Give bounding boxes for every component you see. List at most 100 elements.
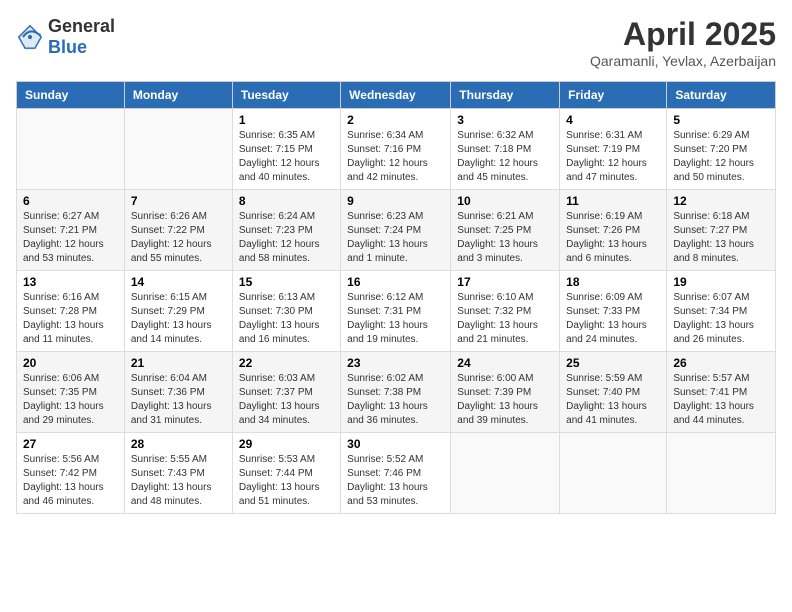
day-number: 24: [457, 356, 553, 370]
day-info: Sunrise: 6:00 AMSunset: 7:39 PMDaylight:…: [457, 372, 553, 428]
calendar-week-row: 1 Sunrise: 6:35 AMSunset: 7:15 PMDaylight…: [17, 109, 776, 190]
weekday-header: Saturday: [667, 82, 776, 109]
calendar-cell: 17 Sunrise: 6:10 AMSunset: 7:32 PMDayligh…: [451, 271, 560, 352]
day-info: Sunrise: 6:34 AMSunset: 7:16 PMDaylight:…: [347, 129, 444, 185]
day-info: Sunrise: 6:26 AMSunset: 7:22 PMDaylight:…: [131, 210, 226, 266]
day-number: 21: [131, 356, 226, 370]
month-title: April 2025: [590, 16, 776, 53]
weekday-header: Monday: [124, 82, 232, 109]
weekday-header: Sunday: [17, 82, 125, 109]
calendar-cell: 15 Sunrise: 6:13 AMSunset: 7:30 PMDayligh…: [232, 271, 340, 352]
day-info: Sunrise: 5:56 AMSunset: 7:42 PMDaylight:…: [23, 453, 118, 509]
calendar-cell: 18Sunrise: 6:09 AMSunset: 7:33 PMDayligh…: [560, 271, 667, 352]
page-header: General Blue April 2025 Qaramanli, Yevla…: [16, 16, 776, 69]
day-number: 17: [457, 275, 553, 289]
weekday-header: Wednesday: [341, 82, 451, 109]
day-number: 16: [347, 275, 444, 289]
day-info: Sunrise: 6:07 AMSunset: 7:34 PMDaylight:…: [673, 291, 769, 347]
day-info: Sunrise: 5:57 AMSunset: 7:41 PMDaylight:…: [673, 372, 769, 428]
day-number: 11: [566, 194, 660, 208]
day-info: Sunrise: 5:55 AMSunset: 7:43 PMDaylight:…: [131, 453, 226, 509]
calendar-cell: [451, 433, 560, 514]
calendar-cell: 26 Sunrise: 5:57 AMSunset: 7:41 PMDayligh…: [667, 352, 776, 433]
calendar-cell: 4Sunrise: 6:31 AMSunset: 7:19 PMDaylight…: [560, 109, 667, 190]
calendar-cell: [17, 109, 125, 190]
day-info: Sunrise: 5:52 AMSunset: 7:46 PMDaylight:…: [347, 453, 444, 509]
day-number: 23: [347, 356, 444, 370]
day-info: Sunrise: 6:21 AMSunset: 7:25 PMDaylight:…: [457, 210, 553, 266]
logo-text: General Blue: [48, 16, 115, 58]
day-info: Sunrise: 6:32 AMSunset: 7:18 PMDaylight:…: [457, 129, 553, 185]
calendar-cell: 22Sunrise: 6:03 AMSunset: 7:37 PMDayligh…: [232, 352, 340, 433]
day-number: 19: [673, 275, 769, 289]
title-block: April 2025 Qaramanli, Yevlax, Azerbaijan: [590, 16, 776, 69]
logo-general: General: [48, 16, 115, 36]
weekday-header: Friday: [560, 82, 667, 109]
calendar-cell: 19 Sunrise: 6:07 AMSunset: 7:34 PMDayligh…: [667, 271, 776, 352]
calendar-cell: 2 Sunrise: 6:34 AMSunset: 7:16 PMDaylight…: [341, 109, 451, 190]
day-info: Sunrise: 6:06 AMSunset: 7:35 PMDaylight:…: [23, 372, 118, 428]
day-number: 6: [23, 194, 118, 208]
day-number: 4: [566, 113, 660, 127]
day-number: 10: [457, 194, 553, 208]
day-number: 5: [673, 113, 769, 127]
day-number: 8: [239, 194, 334, 208]
day-number: 30: [347, 437, 444, 451]
logo: General Blue: [16, 16, 115, 58]
calendar-cell: 12Sunrise: 6:18 AMSunset: 7:27 PMDayligh…: [667, 190, 776, 271]
calendar-cell: 20 Sunrise: 6:06 AMSunset: 7:35 PMDayligh…: [17, 352, 125, 433]
day-info: Sunrise: 6:09 AMSunset: 7:33 PMDaylight:…: [566, 291, 660, 347]
day-info: Sunrise: 6:16 AMSunset: 7:28 PMDaylight:…: [23, 291, 118, 347]
calendar-cell: [667, 433, 776, 514]
day-info: Sunrise: 6:10 AMSunset: 7:32 PMDaylight:…: [457, 291, 553, 347]
day-number: 27: [23, 437, 118, 451]
day-info: Sunrise: 6:24 AMSunset: 7:23 PMDaylight:…: [239, 210, 334, 266]
calendar-cell: 28 Sunrise: 5:55 AMSunset: 7:43 PMDayligh…: [124, 433, 232, 514]
calendar-cell: 7Sunrise: 6:26 AMSunset: 7:22 PMDaylight…: [124, 190, 232, 271]
day-info: Sunrise: 6:04 AMSunset: 7:36 PMDaylight:…: [131, 372, 226, 428]
day-info: Sunrise: 6:03 AMSunset: 7:37 PMDaylight:…: [239, 372, 334, 428]
day-number: 9: [347, 194, 444, 208]
calendar-cell: 27 Sunrise: 5:56 AMSunset: 7:42 PMDayligh…: [17, 433, 125, 514]
calendar-week-row: 13 Sunrise: 6:16 AMSunset: 7:28 PMDayligh…: [17, 271, 776, 352]
day-info: Sunrise: 6:19 AMSunset: 7:26 PMDaylight:…: [566, 210, 660, 266]
calendar-cell: [560, 433, 667, 514]
calendar-cell: 6Sunrise: 6:27 AMSunset: 7:21 PMDaylight…: [17, 190, 125, 271]
day-number: 1: [239, 113, 334, 127]
weekday-header: Tuesday: [232, 82, 340, 109]
day-info: Sunrise: 6:12 AMSunset: 7:31 PMDaylight:…: [347, 291, 444, 347]
calendar-cell: 3Sunrise: 6:32 AMSunset: 7:18 PMDaylight…: [451, 109, 560, 190]
day-number: 12: [673, 194, 769, 208]
calendar-cell: 10 Sunrise: 6:21 AMSunset: 7:25 PMDayligh…: [451, 190, 560, 271]
day-number: 2: [347, 113, 444, 127]
day-info: Sunrise: 6:35 AMSunset: 7:15 PMDaylight:…: [239, 129, 334, 185]
location-subtitle: Qaramanli, Yevlax, Azerbaijan: [590, 53, 776, 69]
day-number: 13: [23, 275, 118, 289]
calendar-week-row: 20 Sunrise: 6:06 AMSunset: 7:35 PMDayligh…: [17, 352, 776, 433]
day-number: 20: [23, 356, 118, 370]
calendar-table: SundayMondayTuesdayWednesdayThursdayFrid…: [16, 81, 776, 514]
day-number: 25: [566, 356, 660, 370]
calendar-cell: 8 Sunrise: 6:24 AMSunset: 7:23 PMDaylight…: [232, 190, 340, 271]
calendar-cell: 25Sunrise: 5:59 AMSunset: 7:40 PMDayligh…: [560, 352, 667, 433]
calendar-cell: 13 Sunrise: 6:16 AMSunset: 7:28 PMDayligh…: [17, 271, 125, 352]
day-number: 26: [673, 356, 769, 370]
logo-icon: [16, 23, 44, 51]
day-number: 28: [131, 437, 226, 451]
day-info: Sunrise: 6:15 AMSunset: 7:29 PMDaylight:…: [131, 291, 226, 347]
day-info: Sunrise: 6:13 AMSunset: 7:30 PMDaylight:…: [239, 291, 334, 347]
day-number: 14: [131, 275, 226, 289]
logo-blue: Blue: [48, 37, 87, 57]
day-number: 15: [239, 275, 334, 289]
day-info: Sunrise: 6:02 AMSunset: 7:38 PMDaylight:…: [347, 372, 444, 428]
calendar-header-row: SundayMondayTuesdayWednesdayThursdayFrid…: [17, 82, 776, 109]
calendar-week-row: 27 Sunrise: 5:56 AMSunset: 7:42 PMDayligh…: [17, 433, 776, 514]
calendar-cell: 1 Sunrise: 6:35 AMSunset: 7:15 PMDaylight…: [232, 109, 340, 190]
weekday-header: Thursday: [451, 82, 560, 109]
calendar-cell: 5Sunrise: 6:29 AMSunset: 7:20 PMDaylight…: [667, 109, 776, 190]
calendar-week-row: 6Sunrise: 6:27 AMSunset: 7:21 PMDaylight…: [17, 190, 776, 271]
calendar-cell: 30 Sunrise: 5:52 AMSunset: 7:46 PMDayligh…: [341, 433, 451, 514]
calendar-cell: 29Sunrise: 5:53 AMSunset: 7:44 PMDayligh…: [232, 433, 340, 514]
calendar-cell: 23 Sunrise: 6:02 AMSunset: 7:38 PMDayligh…: [341, 352, 451, 433]
day-info: Sunrise: 6:23 AMSunset: 7:24 PMDaylight:…: [347, 210, 444, 266]
